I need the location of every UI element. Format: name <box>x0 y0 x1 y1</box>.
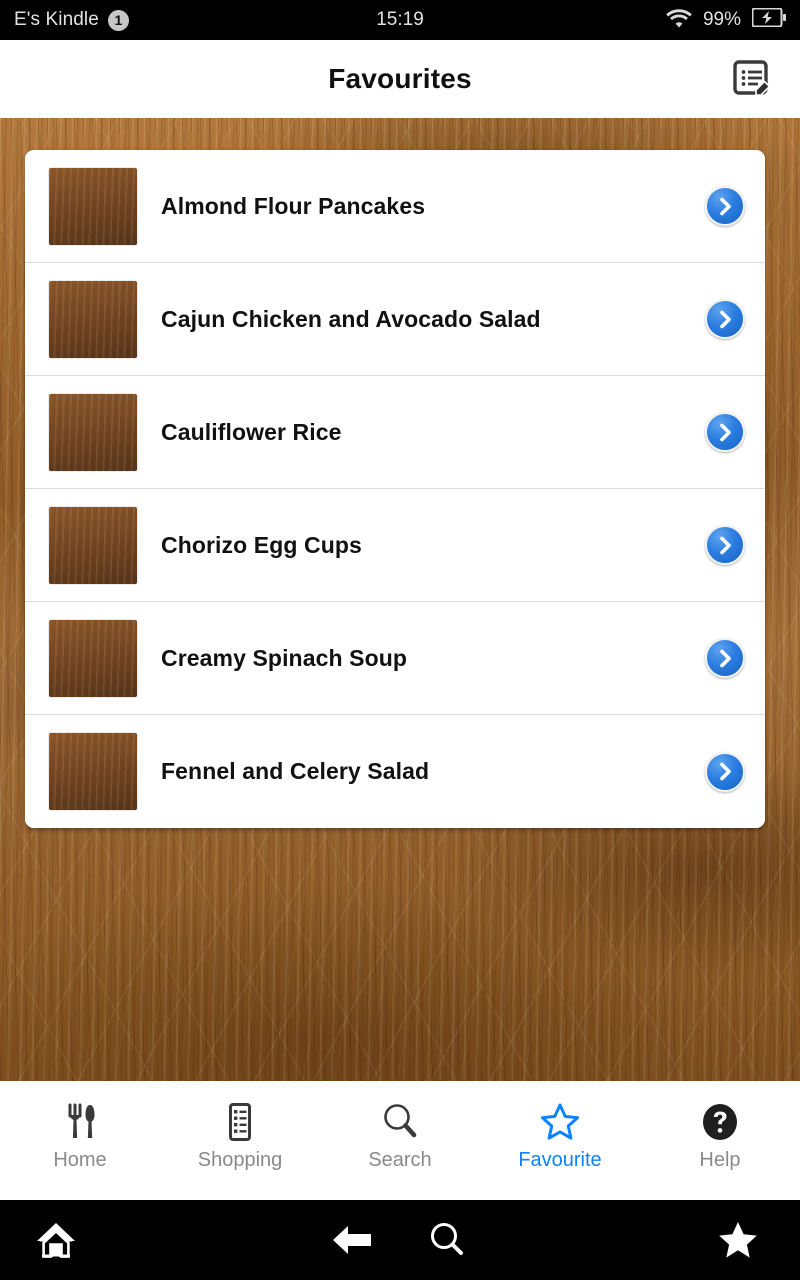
chevron-right-icon[interactable] <box>705 299 745 339</box>
tab-search[interactable]: Search <box>320 1081 480 1172</box>
recipe-title: Chorizo Egg Cups <box>161 531 362 558</box>
recipe-thumbnail <box>49 619 137 697</box>
list-item[interactable]: Almond Flour Pancakes <box>25 150 765 263</box>
search-icon[interactable] <box>425 1218 469 1262</box>
system-navigation-bar <box>0 1200 800 1280</box>
battery-percent-label: 99% <box>702 9 741 30</box>
edit-list-icon[interactable] <box>726 53 778 105</box>
chevron-right-icon[interactable] <box>705 751 745 792</box>
cutlery-icon <box>63 1101 97 1143</box>
list-item[interactable]: Fennel and Celery Salad <box>25 715 765 828</box>
device-name: E's Kindle <box>14 9 99 30</box>
app-screen: E's Kindle 1 15:19 99% Favourites Almond… <box>0 0 800 1280</box>
notification-badge[interactable]: 1 <box>107 9 129 31</box>
recipe-thumbnail <box>49 733 137 810</box>
status-bar: E's Kindle 1 15:19 99% <box>0 0 800 40</box>
content-area: Almond Flour Pancakes Cajun Chicken and … <box>0 118 800 1081</box>
question-circle-icon <box>699 1101 741 1143</box>
page-title: Favourites <box>328 63 472 94</box>
tab-label: Help <box>699 1149 741 1171</box>
list-item[interactable]: Cajun Chicken and Avocado Salad <box>25 263 765 376</box>
tab-label: Search <box>368 1149 432 1171</box>
recipe-thumbnail <box>49 393 137 471</box>
chevron-right-icon[interactable] <box>705 186 745 226</box>
recipe-title: Creamy Spinach Soup <box>161 644 408 671</box>
chevron-right-icon[interactable] <box>705 525 745 565</box>
recipe-thumbnail <box>49 167 137 245</box>
star-filled-icon[interactable] <box>716 1219 760 1261</box>
app-header: Favourites <box>0 40 800 118</box>
tab-favourite[interactable]: Favourite <box>480 1081 640 1172</box>
list-item[interactable]: Creamy Spinach Soup <box>25 602 765 715</box>
recipe-title: Almond Flour Pancakes <box>161 192 426 219</box>
tab-shopping[interactable]: Shopping <box>160 1081 320 1172</box>
tab-help[interactable]: Help <box>640 1081 800 1172</box>
wifi-icon <box>666 8 692 33</box>
tab-label: Shopping <box>197 1149 283 1171</box>
magnifier-icon <box>380 1101 420 1143</box>
recipe-title: Fennel and Celery Salad <box>161 758 430 784</box>
recipe-title: Cauliflower Rice <box>161 418 342 445</box>
tab-label: Favourite <box>518 1149 602 1171</box>
status-bar-left: E's Kindle 1 <box>14 9 129 31</box>
battery-charging-icon <box>751 7 786 32</box>
status-bar-right: 99% <box>666 7 786 33</box>
clipboard-list-icon <box>223 1101 257 1143</box>
recipe-title: Cajun Chicken and Avocado Salad <box>161 305 541 332</box>
star-outline-icon <box>539 1101 581 1143</box>
favourites-list: Almond Flour Pancakes Cajun Chicken and … <box>25 150 765 828</box>
home-icon[interactable] <box>32 1217 80 1263</box>
tab-label: Home <box>53 1149 107 1171</box>
recipe-thumbnail <box>49 280 137 358</box>
recipe-thumbnail <box>49 506 137 584</box>
list-item[interactable]: Chorizo Egg Cups <box>25 489 765 602</box>
chevron-right-icon[interactable] <box>705 412 745 452</box>
bottom-tab-bar: Home Shopping Search Favourite Help <box>0 1081 800 1200</box>
list-item[interactable]: Cauliflower Rice <box>25 376 765 489</box>
chevron-right-icon[interactable] <box>705 638 745 678</box>
tab-home[interactable]: Home <box>0 1081 160 1172</box>
back-arrow-icon[interactable] <box>330 1220 376 1260</box>
